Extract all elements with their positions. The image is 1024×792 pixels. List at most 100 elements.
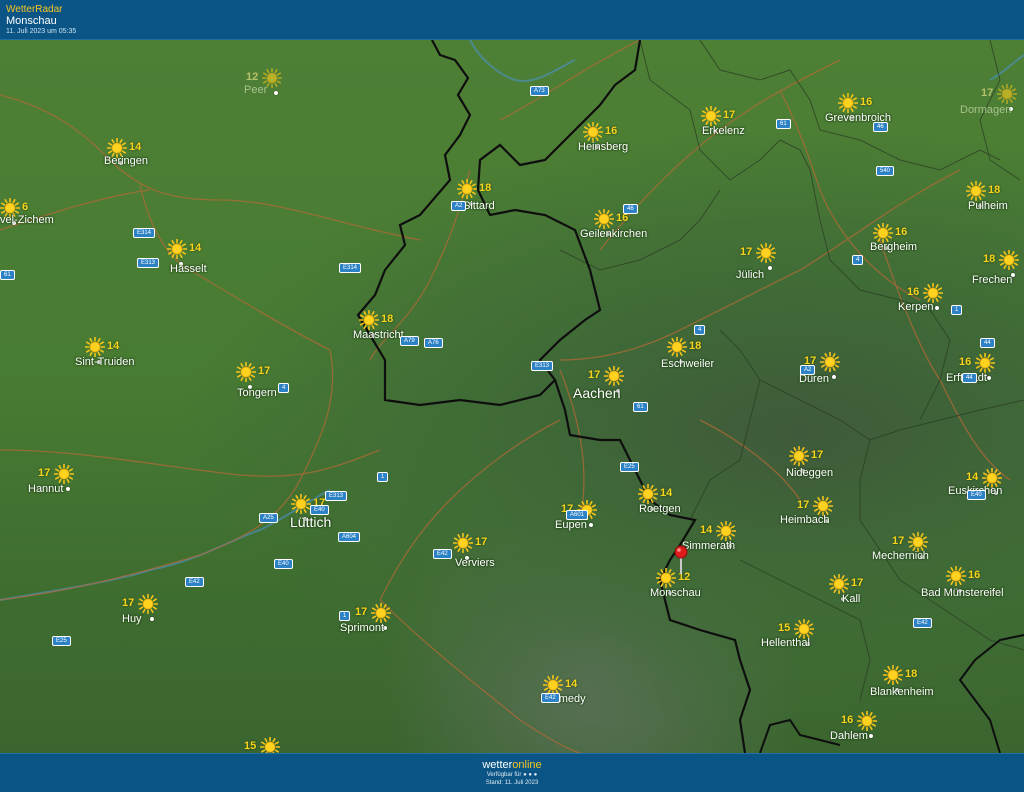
city-dot bbox=[150, 617, 154, 621]
city-label[interactable]: Sint-Truiden bbox=[75, 356, 135, 368]
city-label[interactable]: Simmerath bbox=[682, 540, 735, 552]
sun-icon bbox=[667, 337, 687, 357]
city-label[interactable]: Peer bbox=[244, 84, 267, 96]
temperature-label: 17 bbox=[122, 597, 135, 609]
sun-icon bbox=[457, 179, 477, 199]
temperature-label: 16 bbox=[968, 569, 981, 581]
road-badge: A601 bbox=[566, 510, 589, 520]
temperature-label: 6 bbox=[22, 201, 29, 213]
road-badge: A2 bbox=[451, 201, 467, 211]
temperature-label: 14 bbox=[189, 242, 202, 254]
sun-icon bbox=[829, 574, 849, 594]
sun-icon bbox=[857, 711, 877, 731]
city-label[interactable]: vel-Zichem bbox=[0, 214, 54, 226]
temperature-label: 17 bbox=[811, 449, 824, 461]
road-badge: E314 bbox=[339, 263, 362, 273]
temperature-label: 16 bbox=[860, 96, 873, 108]
city-label[interactable]: Heinsberg bbox=[578, 141, 628, 153]
web-icon: ● bbox=[533, 772, 538, 778]
road-badge: 1 bbox=[339, 611, 351, 621]
city-label[interactable]: Verviers bbox=[455, 557, 495, 569]
city-label[interactable]: Aachen bbox=[573, 385, 620, 401]
city-label[interactable]: Kall bbox=[842, 593, 860, 605]
city-label[interactable]: Huy bbox=[122, 613, 142, 625]
sun-icon bbox=[908, 532, 928, 552]
brand-logo: wetteronline bbox=[482, 759, 542, 771]
road-badge: E42 bbox=[541, 693, 560, 703]
city-label[interactable]: Beringen bbox=[104, 155, 148, 167]
location-title: Monschau bbox=[6, 15, 57, 27]
road-badge: E313 bbox=[137, 258, 160, 268]
road-badge: A2 bbox=[800, 365, 816, 375]
city-label[interactable]: Bad Münstereifel bbox=[921, 587, 1004, 599]
city-label[interactable]: Maastricht bbox=[353, 329, 404, 341]
city-label[interactable]: Geilenkirchen bbox=[580, 228, 647, 240]
sun-icon bbox=[883, 665, 903, 685]
city-label[interactable]: Sittard bbox=[463, 200, 495, 212]
city-dot bbox=[832, 375, 836, 379]
temperature-label: 16 bbox=[895, 226, 908, 238]
city-label[interactable]: Pulheim bbox=[968, 200, 1008, 212]
road-badge: A604 bbox=[338, 532, 361, 542]
sun-icon bbox=[701, 106, 721, 126]
city-label[interactable]: Dormagen bbox=[960, 104, 1011, 116]
city-label[interactable]: Bergheim bbox=[870, 241, 917, 253]
city-label[interactable]: Dahlem bbox=[830, 730, 868, 742]
road-badge: E313 bbox=[325, 491, 348, 501]
sun-icon bbox=[604, 366, 624, 386]
road-badge: 1 bbox=[377, 472, 389, 482]
sun-icon bbox=[789, 446, 809, 466]
city-label[interactable]: Nideggen bbox=[786, 467, 833, 479]
road-badge: 4 bbox=[278, 383, 290, 393]
road-badge: 4 bbox=[852, 255, 864, 265]
sun-icon bbox=[794, 619, 814, 639]
city-label[interactable]: Hasselt bbox=[170, 263, 207, 275]
city-dot bbox=[869, 734, 873, 738]
sun-icon bbox=[54, 464, 74, 484]
city-label[interactable]: Frechen bbox=[972, 274, 1012, 286]
city-label[interactable]: Sprimont bbox=[340, 622, 384, 634]
temperature-label: 14 bbox=[700, 524, 713, 536]
weather-map[interactable]: 12 Peer 14 Beringen 6 vel-Zichem 14 Hasselt 14 Si… bbox=[0, 40, 1024, 753]
stand-text: Stand: 11. Juli 2023 bbox=[485, 780, 539, 786]
sun-icon bbox=[85, 337, 105, 357]
temperature-label: 17 bbox=[981, 87, 994, 99]
temperature-label: 18 bbox=[905, 668, 918, 680]
temperature-label: 17 bbox=[723, 109, 736, 121]
city-label[interactable]: Monschau bbox=[650, 587, 701, 599]
road-badge: E40 bbox=[967, 490, 986, 500]
road-badge: E314 bbox=[133, 228, 156, 238]
temperature-label: 12 bbox=[246, 71, 259, 83]
temperature-label: 14 bbox=[565, 678, 578, 690]
sun-icon bbox=[167, 239, 187, 259]
road-badge: A25 bbox=[259, 513, 278, 523]
city-dot bbox=[589, 523, 593, 527]
city-label[interactable]: Mechernich bbox=[872, 550, 929, 562]
temperature-label: 15 bbox=[778, 622, 791, 634]
temperature-label: 18 bbox=[689, 340, 702, 352]
map-pin-icon[interactable] bbox=[673, 545, 689, 575]
temperature-label: 14 bbox=[107, 340, 120, 352]
temperature-label: 17 bbox=[38, 467, 51, 479]
city-label[interactable]: Erkelenz bbox=[702, 125, 745, 137]
sun-icon bbox=[820, 352, 840, 372]
city-label[interactable]: Eupen bbox=[555, 519, 587, 531]
temperature-label: 14 bbox=[966, 471, 979, 483]
city-label[interactable]: Tongern bbox=[237, 387, 277, 399]
city-label[interactable]: Lüttich bbox=[290, 514, 331, 530]
road-badge: 61 bbox=[633, 402, 648, 412]
city-label[interactable]: Kerpen bbox=[898, 301, 933, 313]
city-label[interactable]: Blankenheim bbox=[870, 686, 934, 698]
city-label[interactable]: Eschweiler bbox=[661, 358, 714, 370]
sun-icon bbox=[946, 566, 966, 586]
city-label[interactable]: Hellenthal bbox=[761, 637, 810, 649]
city-label[interactable]: Hannut bbox=[28, 483, 63, 495]
city-label[interactable]: Jülich bbox=[736, 269, 764, 281]
temperature-label: 16 bbox=[841, 714, 854, 726]
timestamp: 11. Juli 2023 um 05:35 bbox=[6, 28, 77, 35]
city-label[interactable]: Heimbach bbox=[780, 514, 830, 526]
road-badge: E313 bbox=[531, 361, 554, 371]
city-label[interactable]: Roetgen bbox=[639, 503, 681, 515]
road-badge: E25 bbox=[620, 462, 639, 472]
road-badge: 44 bbox=[980, 338, 995, 348]
